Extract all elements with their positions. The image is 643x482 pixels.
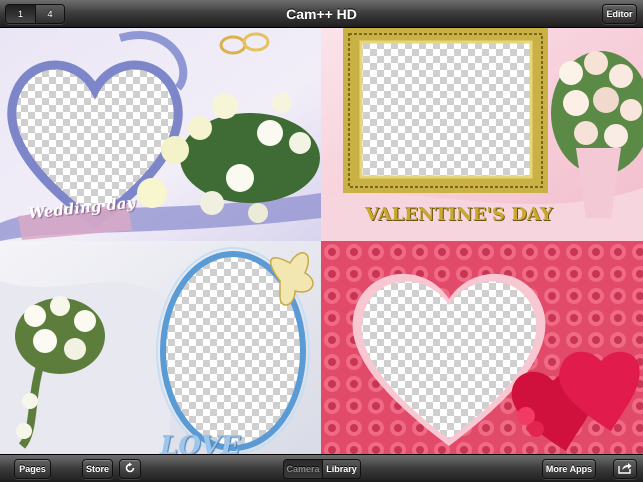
editor-button[interactable]: Editor <box>602 4 637 24</box>
more-apps-button[interactable]: More Apps <box>542 459 596 479</box>
camera-segment[interactable]: Camera <box>284 460 322 478</box>
share-button[interactable] <box>613 459 637 479</box>
frame-grid: Wedding day VALENTINE'S DAY LOVE <box>0 28 643 454</box>
wedding-frame[interactable]: Wedding day <box>0 28 321 241</box>
pages-button[interactable]: Pages <box>14 459 51 479</box>
share-icon <box>618 463 632 474</box>
app-title: Cam++ HD <box>286 6 357 22</box>
rose-heart-frame[interactable] <box>321 241 643 454</box>
refresh-icon <box>125 462 135 473</box>
bouquet-oval-frame-art <box>0 241 321 454</box>
rose-heart-frame-art <box>321 241 643 454</box>
top-toolbar: 1 4 Cam++ HD Editor <box>0 0 643 28</box>
valentine-frame[interactable]: VALENTINE'S DAY <box>321 28 643 241</box>
library-segment[interactable]: Library <box>322 460 360 478</box>
page-segment-4[interactable]: 4 <box>35 5 64 23</box>
bottom-toolbar: Pages Store Camera Library More Apps <box>0 454 643 482</box>
store-button[interactable]: Store <box>82 459 113 479</box>
love-caption: LOVE <box>160 431 241 454</box>
valentines-day-caption: VALENTINE'S DAY <box>365 204 553 225</box>
source-segmented-control[interactable]: Camera Library <box>283 459 361 479</box>
page-segmented-control[interactable]: 1 4 <box>5 4 65 24</box>
refresh-button[interactable] <box>119 459 141 479</box>
page-segment-1[interactable]: 1 <box>6 5 35 23</box>
bouquet-oval-frame[interactable]: LOVE <box>0 241 321 454</box>
